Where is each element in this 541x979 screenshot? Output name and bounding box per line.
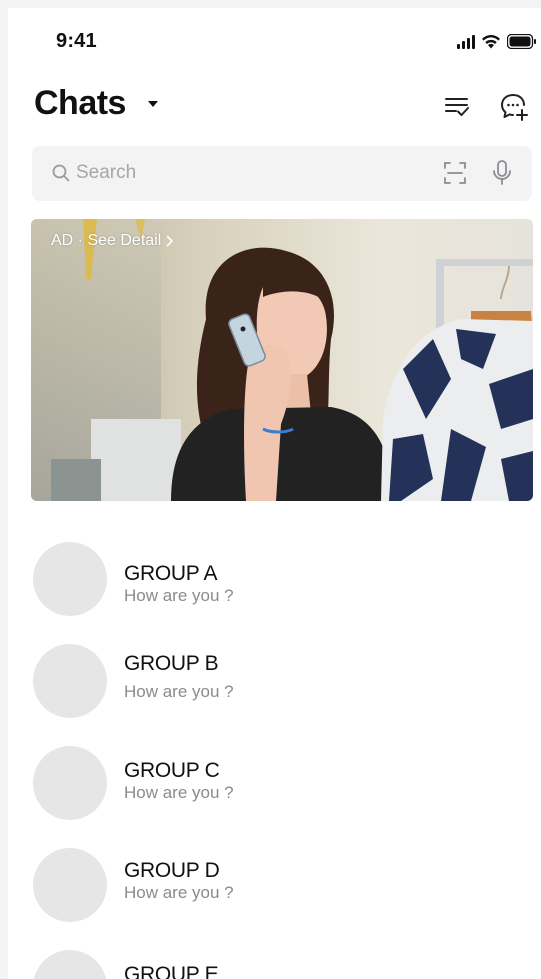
chat-name: GROUP C xyxy=(124,759,220,782)
avatar xyxy=(33,848,107,922)
avatar xyxy=(33,746,107,820)
chat-list-item[interactable]: GROUP C How are you ? xyxy=(33,746,533,822)
chat-list-item[interactable]: GROUP D How are you ? xyxy=(33,848,533,924)
ad-banner-photo xyxy=(31,219,533,501)
ad-banner[interactable]: AD · See Detail xyxy=(31,219,533,501)
edit-list-icon[interactable] xyxy=(442,92,472,122)
chat-list-item[interactable]: GROUP A How are you ? xyxy=(33,542,533,618)
chats-screen: 9:41 Chats Search AD · See Detail GROUP … xyxy=(8,8,541,979)
chat-last-message: How are you ? xyxy=(124,783,234,802)
avatar xyxy=(33,644,107,718)
chat-name: GROUP D xyxy=(124,859,220,882)
avatar xyxy=(33,950,107,979)
chat-last-message: How are you ? xyxy=(124,883,234,902)
chat-name: GROUP B xyxy=(124,652,219,675)
chat-last-message: How are you ? xyxy=(124,586,234,605)
chat-last-message: How are you ? xyxy=(124,682,234,701)
scan-icon[interactable] xyxy=(444,162,466,184)
chevron-right-icon xyxy=(166,235,174,247)
microphone-icon[interactable] xyxy=(492,160,512,186)
chat-list-item[interactable]: GROUP E xyxy=(33,950,533,979)
search-icon xyxy=(52,164,70,182)
wifi-icon xyxy=(482,34,500,49)
status-icons xyxy=(457,34,537,49)
search-bar[interactable] xyxy=(32,146,532,201)
page-title[interactable]: Chats xyxy=(34,84,126,123)
battery-icon xyxy=(507,34,536,49)
cellular-signal-icon xyxy=(457,34,475,49)
avatar xyxy=(33,542,107,616)
ad-label-text: AD · See Detail xyxy=(51,232,162,249)
new-chat-icon[interactable] xyxy=(499,92,529,122)
ad-detail-link[interactable]: AD · See Detail xyxy=(51,232,174,250)
status-time: 9:41 xyxy=(56,30,97,52)
dropdown-caret-icon[interactable] xyxy=(148,101,158,107)
chat-name: GROUP A xyxy=(124,562,218,585)
chat-list-item[interactable]: GROUP B How are you ? xyxy=(33,644,533,720)
chat-name: GROUP E xyxy=(124,963,219,979)
search-input[interactable] xyxy=(76,160,376,186)
